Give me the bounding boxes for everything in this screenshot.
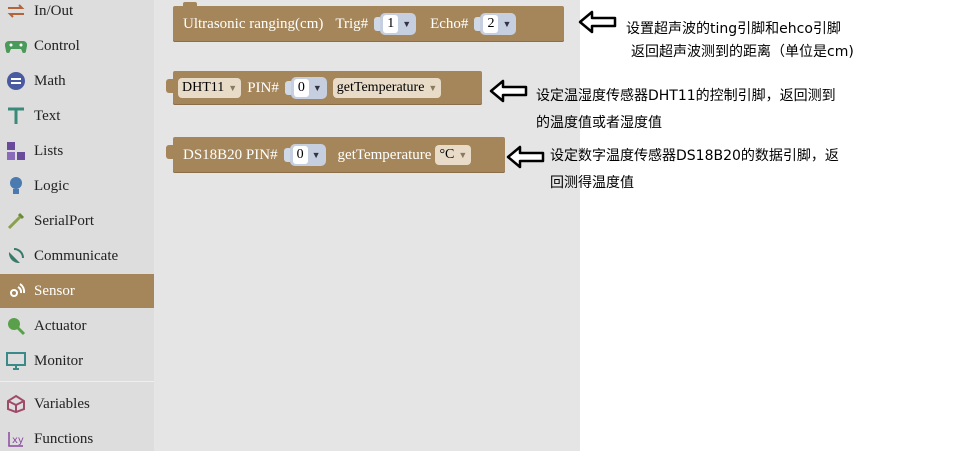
echo-label: Echo#: [430, 15, 469, 32]
trig-label: Trig#: [335, 15, 369, 32]
sidebar-item-label: Sensor: [34, 282, 75, 299]
sidebar-item-actuator[interactable]: Actuator: [0, 309, 154, 343]
blocks-workspace[interactable]: [154, 0, 580, 451]
sidebar-item-label: Variables: [34, 395, 90, 412]
left-arrow-icon: [578, 10, 617, 34]
echo-pin-field[interactable]: 2 ▼: [474, 13, 517, 35]
sidebar-item-text[interactable]: Text: [0, 99, 154, 133]
sidebar-item-label: Lists: [34, 142, 64, 159]
chevron-down-icon: ▼: [311, 150, 321, 160]
ds18b20-block[interactable]: DS18B20 PIN# 0 ▼ getTemperature °C ▼: [166, 137, 505, 173]
actuator-icon: [5, 315, 27, 337]
ds18b20-note-line1: 设定数字温度传感器DS18B20的数据引脚，返: [550, 148, 839, 164]
get-temperature-label: getTemperature: [337, 146, 432, 163]
sidebar-item-label: Control: [34, 37, 80, 54]
sidebar-item-label: In/Out: [34, 2, 74, 19]
dht11-pin-value: 0: [293, 79, 309, 97]
sidebar-item-serialport[interactable]: SerialPort: [0, 204, 154, 238]
gamepad-icon: [5, 35, 27, 57]
sidebar-item-control[interactable]: Control: [0, 29, 154, 63]
variables-icon: [5, 393, 27, 415]
chevron-down-icon: ▼: [312, 83, 322, 93]
ultrasonic-block[interactable]: Ultrasonic ranging(cm) Trig# 1 ▼ Echo# 2 ▼: [173, 2, 564, 42]
trig-pin-field[interactable]: 1 ▼: [374, 13, 417, 35]
echo-pin-value: 2: [483, 15, 499, 33]
trig-pin-value: 1: [383, 15, 399, 33]
logic-bulb-icon: [5, 175, 27, 197]
functions-icon: xy: [5, 428, 27, 450]
ds18b20-pin-value: 0: [292, 146, 308, 164]
dht11-note-line2: 的温度值或者湿度值: [536, 115, 662, 131]
sensor-type-value: DHT11: [182, 80, 225, 95]
in-out-icon: [5, 0, 27, 22]
left-arrow-icon: [489, 79, 528, 103]
dht11-pin-field[interactable]: 0 ▼: [284, 77, 327, 99]
chevron-down-icon: ▼: [502, 19, 512, 29]
sidebar-item-logic[interactable]: Logic: [0, 169, 154, 203]
left-arrow-icon: [506, 145, 545, 169]
ultrasonic-note-line1: 设置超声波的ting引脚和ehco引脚: [626, 21, 841, 37]
text-icon: [5, 105, 27, 127]
sensor-type-dropdown[interactable]: DHT11 ▼: [178, 78, 242, 98]
sidebar-item-sensor[interactable]: Sensor: [0, 274, 154, 308]
measure-mode-value: getTemperature: [336, 80, 425, 95]
sidebar-item-label: Text: [34, 107, 61, 124]
dht11-block[interactable]: DHT11 ▼ PIN# 0 ▼ getTemperature ▼: [166, 71, 482, 105]
sidebar-item-math[interactable]: Math: [0, 64, 154, 98]
sidebar-item-label: Logic: [34, 177, 69, 194]
chevron-down-icon: ▼: [428, 83, 438, 93]
dht11-note-line1: 设定温湿度传感器DHT11的控制引脚，返回测到: [536, 88, 836, 104]
sidebar-item-variables[interactable]: Variables: [0, 387, 154, 421]
svg-text:xy: xy: [12, 435, 24, 446]
sidebar-item-label: Monitor: [34, 352, 84, 369]
math-icon: [5, 70, 27, 92]
ds18b20-title: DS18B20 PIN#: [183, 146, 278, 163]
temperature-unit-dropdown[interactable]: °C ▼: [435, 145, 472, 165]
sidebar-separator: [0, 381, 154, 382]
sidebar-item-in-out[interactable]: In/Out: [0, 0, 154, 28]
sidebar-item-label: Communicate: [34, 247, 119, 264]
sidebar-item-label: Functions: [34, 430, 94, 447]
serial-port-icon: [5, 210, 27, 232]
chevron-down-icon: ▼: [458, 150, 468, 160]
sidebar-item-label: Math: [34, 72, 66, 89]
ds18b20-pin-field[interactable]: 0 ▼: [283, 144, 326, 166]
sidebar-item-monitor[interactable]: Monitor: [0, 344, 154, 378]
toolbox-sidebar: In/Out Control Math Text Lists Logic Ser…: [0, 0, 154, 451]
lists-icon: [5, 140, 27, 162]
block-notch: [183, 2, 197, 7]
ds18b20-note-line2: 回测得温度值: [550, 175, 634, 191]
monitor-icon: [5, 350, 27, 372]
ultrasonic-note-line2: 返回超声波测到的距离（单位是cm): [631, 44, 854, 60]
sidebar-item-lists[interactable]: Lists: [0, 134, 154, 168]
output-plug: [166, 145, 174, 159]
pin-label: PIN#: [247, 79, 279, 96]
ultrasonic-title: Ultrasonic ranging(cm): [183, 15, 324, 32]
sidebar-item-label: Actuator: [34, 317, 87, 334]
chevron-down-icon: ▼: [228, 83, 238, 93]
output-plug: [166, 79, 174, 93]
satellite-icon: [5, 245, 27, 267]
sensor-icon: [5, 280, 27, 302]
chevron-down-icon: ▼: [402, 19, 412, 29]
measure-mode-dropdown[interactable]: getTemperature ▼: [332, 78, 442, 98]
sidebar-item-communicate[interactable]: Communicate: [0, 239, 154, 273]
sidebar-item-label: SerialPort: [34, 212, 94, 229]
temperature-unit-value: °C: [439, 147, 455, 162]
